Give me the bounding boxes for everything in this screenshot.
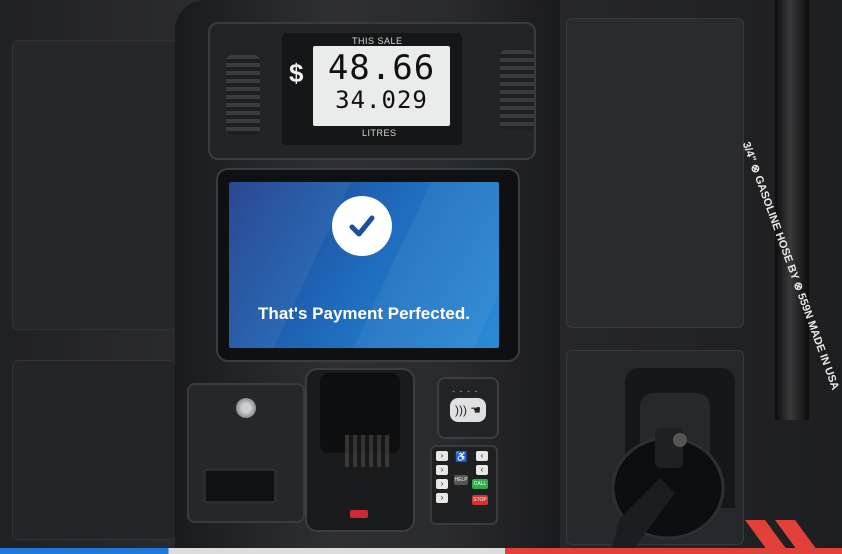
screen-tagline: That's Payment Perfected.	[258, 304, 470, 323]
button-pad: › › › › ‹ ‹ ♿ HELP CALL STOP	[430, 445, 498, 525]
status-leds: - - - -	[452, 386, 479, 396]
contactless-icon: ))) ☚	[450, 398, 486, 422]
check-icon	[332, 196, 392, 256]
payment-screen[interactable]: That's Payment Perfected.	[229, 182, 499, 348]
unit-label: LITRES	[362, 128, 397, 138]
sale-lcd: 48.66 34.029	[313, 46, 450, 126]
arrow-left-icon[interactable]: ‹	[476, 465, 488, 475]
call-button[interactable]: CALL	[472, 479, 488, 489]
arrow-right-icon[interactable]: ›	[436, 465, 448, 475]
brand-chevron-icon	[745, 520, 820, 554]
fuel-nozzle[interactable]	[600, 368, 740, 554]
arrow-left-icon[interactable]: ‹	[476, 451, 488, 461]
sale-volume: 34.029	[335, 86, 428, 114]
currency-symbol: $	[289, 58, 304, 88]
sale-amount: 48.66	[327, 48, 436, 88]
speaker-vent	[500, 50, 534, 130]
accessibility-icon: ♿	[455, 452, 468, 463]
speaker-vent	[226, 55, 260, 135]
arrow-right-icon[interactable]: ›	[436, 493, 448, 503]
gasoline-hose	[775, 0, 809, 420]
side-panel	[12, 40, 177, 330]
help-button[interactable]: HELP	[454, 475, 468, 485]
stop-button[interactable]: STOP	[472, 495, 488, 505]
receipt-slot	[203, 468, 277, 504]
side-panel	[12, 360, 177, 540]
lock-icon	[236, 398, 256, 418]
side-panel	[566, 18, 744, 328]
arrow-right-icon[interactable]: ›	[436, 451, 448, 461]
pin-keypad[interactable]	[345, 435, 390, 467]
sale-label: THIS SALE	[352, 36, 403, 46]
arrow-right-icon[interactable]: ›	[436, 479, 448, 489]
card-slot-light	[350, 510, 368, 518]
brand-stripe	[0, 548, 842, 554]
